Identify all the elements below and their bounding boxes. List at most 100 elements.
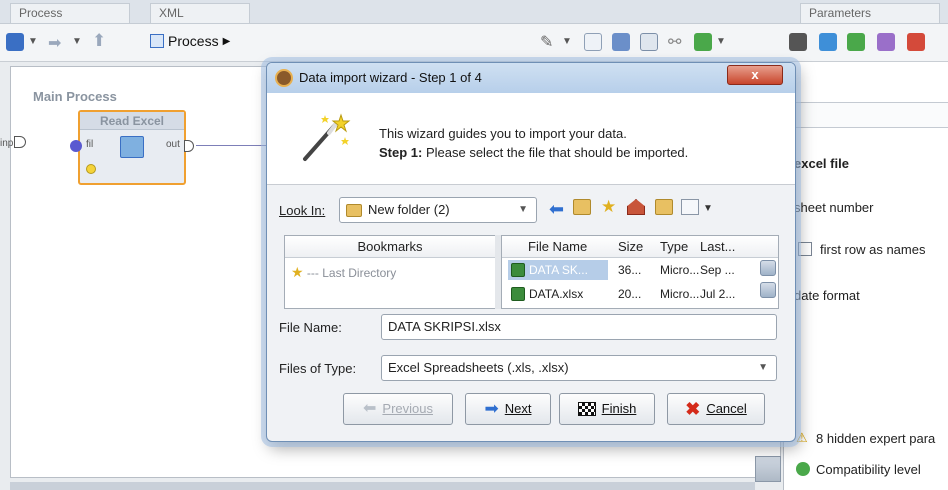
- file-last-cell: Jul 2...: [700, 287, 736, 301]
- tab-process-label: Process: [19, 6, 63, 20]
- canvas-scroll-down[interactable]: [755, 456, 781, 482]
- export-icon[interactable]: [694, 33, 712, 51]
- intro-line-1: This wizard guides you to import your da…: [379, 126, 627, 141]
- tab-xml[interactable]: XML: [150, 3, 250, 23]
- param-date-format: date format: [794, 288, 860, 303]
- files-of-type-select[interactable]: Excel Spreadsheets (.xls, .xlsx) ▼: [381, 355, 777, 381]
- look-in-select[interactable]: New folder (2) ▼: [339, 197, 537, 223]
- next-label: Next: [504, 401, 532, 416]
- process-icon: [150, 34, 164, 48]
- operator-name-field[interactable]: [784, 102, 948, 128]
- chevron-down-icon-5: ▼: [518, 204, 528, 215]
- previous-button[interactable]: ⬅ Previous: [343, 393, 453, 425]
- star-bookmark-icon[interactable]: ★: [601, 197, 616, 217]
- operator-icon[interactable]: [789, 33, 807, 51]
- chevron-down-icon-2[interactable]: ▼: [72, 36, 82, 47]
- forward-arrow-icon[interactable]: ➡: [48, 33, 61, 53]
- warning-icon: ⚠: [796, 430, 808, 445]
- input-port[interactable]: [70, 140, 82, 152]
- dialog-title: Data import wizard - Step 1 of 4: [299, 70, 482, 85]
- step-instruction: Please select the file that should be im…: [422, 145, 689, 160]
- scroll-up-button[interactable]: [760, 260, 776, 276]
- bookmarks-header: Bookmarks: [285, 236, 495, 258]
- zoom-fit-icon[interactable]: [640, 33, 658, 51]
- arrange-icon[interactable]: [612, 33, 630, 51]
- top-tab-strip: Process XML Parameters: [0, 0, 948, 24]
- file-last-cell: Sep ...: [700, 263, 735, 277]
- chevron-right-icon: ▶: [222, 35, 231, 47]
- col-type[interactable]: Type: [660, 236, 688, 258]
- param-excel-file: excel file: [794, 156, 849, 171]
- process-breadcrumb-label: Process: [168, 33, 219, 49]
- app-logo-icon: [275, 69, 293, 87]
- look-in-label: Look In:: [279, 203, 325, 218]
- back-folder-icon[interactable]: ⬅: [549, 199, 564, 220]
- intro-line-2: Step 1: Please select the file that shou…: [379, 145, 688, 160]
- expert-icon[interactable]: [819, 33, 837, 51]
- folder-icon: [346, 203, 362, 217]
- arrow-right-icon: ➡: [484, 399, 499, 418]
- cancel-label: Cancel: [706, 401, 747, 416]
- read-excel-operator[interactable]: Read Excel fil out: [70, 110, 194, 185]
- info-icon[interactable]: [847, 33, 865, 51]
- file-row[interactable]: DATA SK... 36... Micro... Sep ...: [508, 260, 760, 282]
- canvas-horizontal-scrollbar[interactable]: [10, 482, 755, 490]
- layers-icon[interactable]: [6, 33, 24, 51]
- finish-label: Finish: [601, 401, 637, 416]
- grid-icon[interactable]: [584, 33, 602, 51]
- dialog-titlebar[interactable]: Data import wizard - Step 1 of 4 x: [267, 63, 795, 93]
- chevron-down-icon-4[interactable]: ▼: [716, 36, 726, 47]
- col-last[interactable]: Last...: [700, 236, 735, 258]
- star-icon: ★: [291, 264, 304, 280]
- home-icon[interactable]: [627, 199, 645, 215]
- tab-process[interactable]: Process: [10, 3, 130, 23]
- file-name-text: DATA.xlsx: [529, 287, 584, 301]
- main-process-label: Main Process: [33, 89, 117, 104]
- edit-icon[interactable]: [877, 33, 895, 51]
- file-list: File Name Size Type Last... DATA SK... 3…: [501, 235, 779, 309]
- up-arrow-icon[interactable]: ⬆: [92, 31, 106, 51]
- process-breadcrumb[interactable]: Process ▶: [150, 33, 230, 49]
- wand-icon[interactable]: ✎: [540, 32, 553, 52]
- next-button[interactable]: ➡ Next: [465, 393, 551, 425]
- file-name-input[interactable]: DATA SKRIPSI.xlsx: [381, 314, 777, 340]
- up-folder-icon[interactable]: [573, 199, 591, 215]
- param-sheet-number: sheet number: [794, 200, 874, 215]
- bookmark-label: --- Last Directory: [306, 266, 397, 280]
- look-in-value: New folder (2): [368, 202, 450, 217]
- hidden-expert-params[interactable]: 8 hidden expert para: [816, 431, 935, 446]
- files-of-type-label: Files of Type:: [279, 361, 357, 376]
- bookmark-last-directory[interactable]: ★ --- Last Directory: [291, 262, 396, 283]
- tab-parameters[interactable]: Parameters: [800, 3, 940, 23]
- compatibility-level[interactable]: Compatibility level: [816, 462, 921, 477]
- look-in-label-text: Look In:: [279, 203, 326, 218]
- scroll-down-button[interactable]: [760, 282, 776, 298]
- previous-label: Previous: [382, 401, 433, 416]
- step-label: Step 1:: [379, 145, 423, 160]
- chevron-down-icon-3[interactable]: ▼: [562, 36, 572, 47]
- data-import-wizard-dialog: Data import wizard - Step 1 of 4 x This …: [266, 62, 796, 442]
- wizard-intro: This wizard guides you to import your da…: [267, 93, 795, 185]
- arrow-left-icon: ⬅: [363, 400, 377, 417]
- file-row[interactable]: DATA.xlsx 20... Micro... Jul 2...: [508, 284, 760, 306]
- red-x-icon: ✖: [685, 399, 701, 419]
- parameters-panel: excel file sheet number first row as nam…: [783, 62, 948, 490]
- delete-icon[interactable]: [907, 33, 925, 51]
- link-icon[interactable]: ⚯: [668, 32, 681, 52]
- col-file-name[interactable]: File Name: [528, 236, 587, 258]
- finish-button[interactable]: Finish: [559, 393, 655, 425]
- operator-title: Read Excel: [80, 112, 184, 130]
- cancel-button[interactable]: ✖ Cancel: [667, 393, 765, 425]
- close-button[interactable]: x: [727, 65, 783, 85]
- new-folder-icon[interactable]: [655, 199, 673, 215]
- view-options-icon[interactable]: [681, 199, 699, 215]
- chevron-down-icon[interactable]: ▼: [28, 36, 38, 47]
- chevron-down-icon-6[interactable]: ▼: [703, 203, 713, 214]
- output-port-label: out: [166, 139, 180, 150]
- first-row-checkbox[interactable]: [798, 242, 812, 256]
- excel-read-icon: [120, 136, 144, 158]
- checkered-flag-icon: [577, 402, 596, 416]
- chevron-down-icon-7: ▼: [758, 362, 768, 373]
- col-size[interactable]: Size: [618, 236, 643, 258]
- left-port[interactable]: [14, 136, 26, 148]
